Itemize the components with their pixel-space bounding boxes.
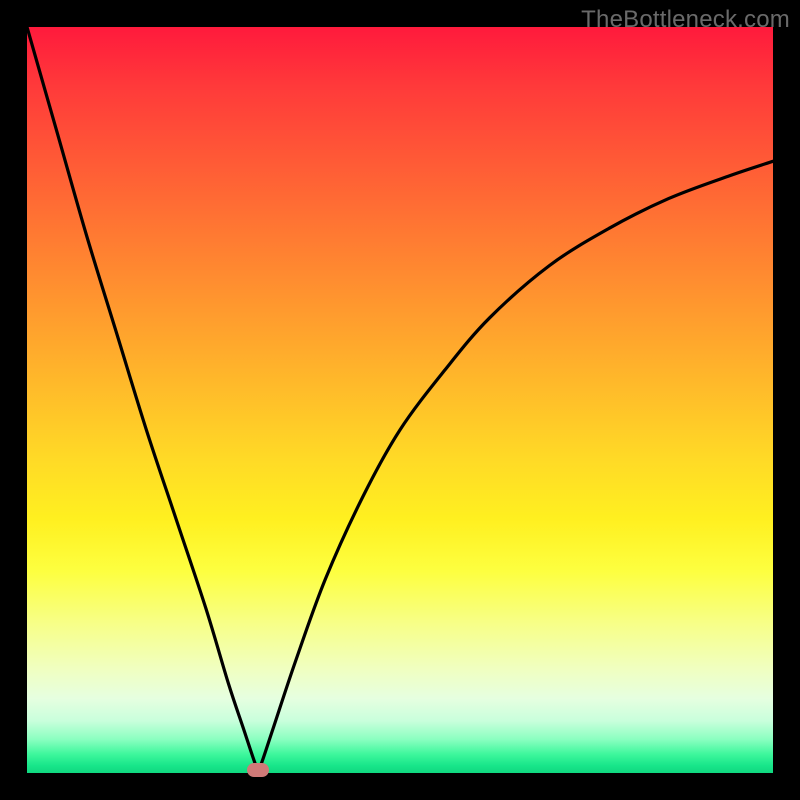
watermark-text: TheBottleneck.com: [581, 6, 790, 34]
plot-frame: [27, 27, 773, 773]
gradient-panel: [27, 27, 773, 773]
optimum-marker: [247, 763, 269, 777]
